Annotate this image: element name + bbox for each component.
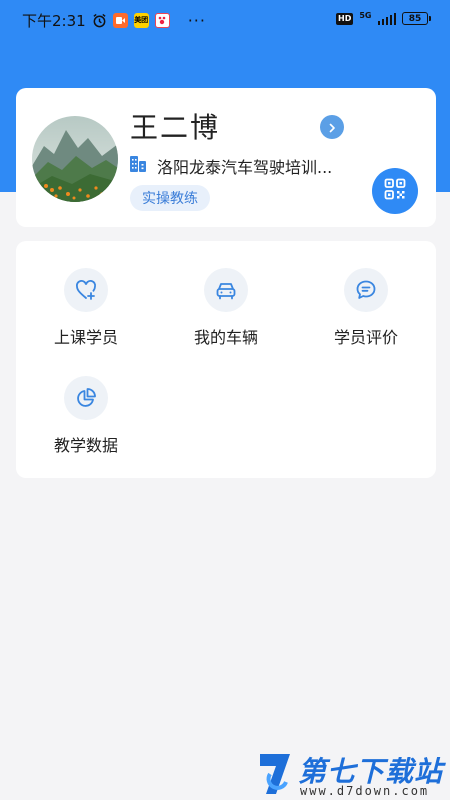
menu-item-teaching-data[interactable]: 教学数据 (16, 376, 156, 456)
car-icon (204, 268, 248, 312)
status-right: HD 5G 85 (336, 10, 431, 25)
battery-indicator: 85 (402, 12, 431, 25)
menu-item-students[interactable]: 上课学员 (16, 268, 156, 348)
role-tag: 实操教练 (130, 185, 210, 211)
more-notifications-icon: ··· (187, 10, 206, 30)
comment-icon (344, 268, 388, 312)
baidu-app-icon (154, 12, 170, 28)
menu-label-vehicle: 我的车辆 (193, 328, 258, 347)
profile-detail-button[interactable] (320, 115, 344, 139)
organization-row: 洛阳龙泰汽车驾驶培训... (129, 154, 332, 178)
meituan-app-icon: 美团 (133, 12, 149, 28)
qr-code-icon (384, 178, 406, 204)
student-heart-icon (64, 268, 108, 312)
watermark-logo-icon (256, 752, 294, 800)
hd-badge: HD (336, 12, 354, 25)
network-label: 5G (359, 10, 372, 20)
menu-label-teaching-data: 教学数据 (53, 436, 118, 455)
pie-chart-icon (64, 376, 108, 420)
status-bar: 下午2:31 美团 ··· HD 5G 85 (0, 0, 450, 40)
watermark: 第七下载站 www.d7down.com (256, 750, 446, 798)
alarm-icon (92, 13, 107, 28)
qr-code-button[interactable] (372, 168, 418, 214)
video-app-icon (112, 12, 128, 28)
watermark-url: www.d7down.com (300, 784, 430, 798)
avatar[interactable] (32, 116, 118, 202)
signal-icon (377, 12, 396, 25)
status-time: 下午2:31 (22, 11, 86, 30)
menu-item-reviews[interactable]: 学员评价 (296, 268, 436, 348)
function-menu: 上课学员 我的车辆 学员评价 教学数据 (16, 241, 436, 478)
coach-name: 王二博 (130, 111, 221, 144)
building-icon (129, 155, 147, 177)
menu-item-vehicle[interactable]: 我的车辆 (156, 268, 296, 348)
profile-card[interactable]: 王二博 洛阳龙泰汽车驾驶培训... 实操教练 (16, 88, 436, 227)
chevron-right-icon (327, 118, 337, 137)
menu-label-reviews: 学员评价 (333, 328, 398, 347)
organization-name: 洛阳龙泰汽车驾驶培训... (157, 158, 333, 177)
menu-label-students: 上课学员 (53, 328, 118, 347)
